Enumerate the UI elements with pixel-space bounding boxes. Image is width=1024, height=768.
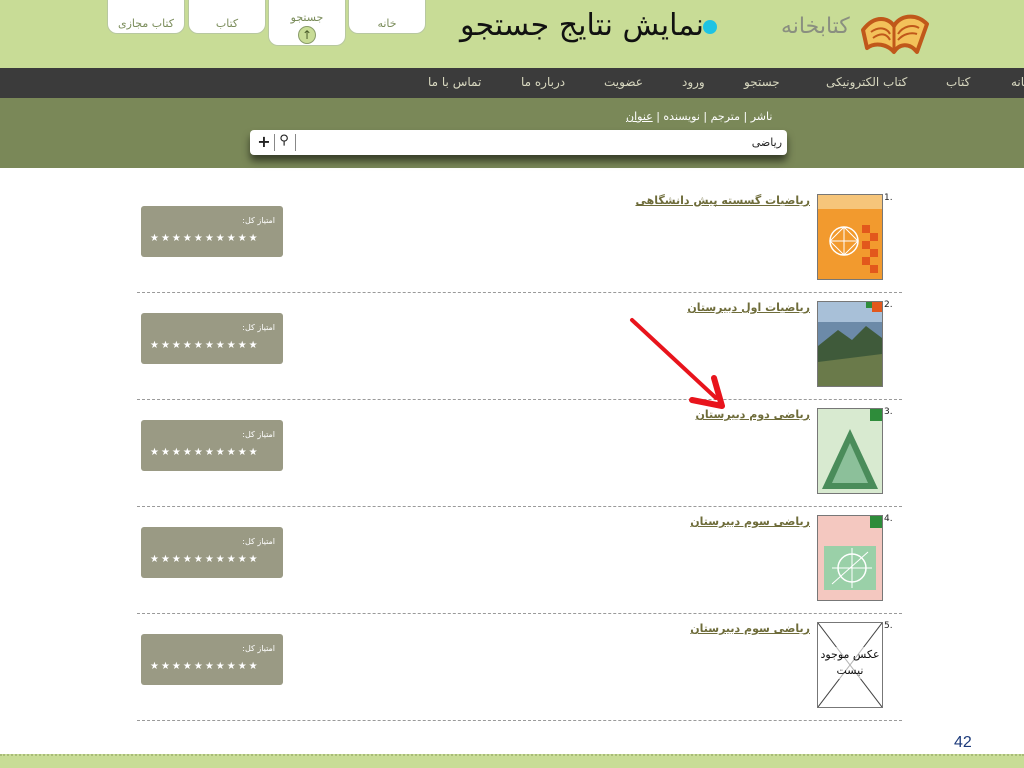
book-title-link[interactable]: ریاضیات اول دبیرستان xyxy=(687,301,810,314)
filter-translator[interactable]: مترجم xyxy=(711,110,740,123)
nav-contact-us[interactable]: تماس با ما xyxy=(428,75,481,89)
result-number: 3. xyxy=(884,407,893,417)
filter-separator: | xyxy=(652,110,664,123)
red-arrow-annotation xyxy=(630,318,725,409)
nav-about-us[interactable]: درباره ما xyxy=(521,75,565,89)
page-title: نمایش نتایج جستجو xyxy=(460,8,704,43)
tab-label: کتاب مجازی xyxy=(117,17,175,30)
filter-separator: | xyxy=(740,110,751,123)
rating-box: امتیاز کل: ★★★★★★★★★★ xyxy=(141,206,283,257)
rating-stars[interactable]: ★★★★★★★★★★ xyxy=(150,447,260,458)
rating-box: امتیاز کل: ★★★★★★★★★★ xyxy=(141,634,283,685)
search-box: + ⚲ xyxy=(250,130,787,155)
book-title-link[interactable]: ریاضیات گسسته پیش دانشگاهی xyxy=(635,194,810,207)
tab-book[interactable]: کتاب xyxy=(188,0,266,34)
rating-label: امتیاز کل: xyxy=(242,537,275,546)
page-number: 42 xyxy=(954,734,972,751)
nav-search[interactable]: جستجو xyxy=(744,75,780,89)
rating-label: امتیاز کل: xyxy=(242,216,275,225)
bullet-dot-icon xyxy=(703,20,717,34)
tab-label: کتاب xyxy=(215,17,239,30)
footer-band xyxy=(0,754,1024,768)
filter-separator: | xyxy=(699,110,711,123)
up-arrow-icon: ↑ xyxy=(298,26,316,44)
discrete-math-cover-image xyxy=(818,195,882,279)
rating-stars[interactable]: ★★★★★★★★★★ xyxy=(150,661,260,672)
result-row: 1. ریاضیات گسسته پیش دانشگاهی امتیاز کل:… xyxy=(137,185,902,293)
search-icon[interactable]: ⚲ xyxy=(276,133,292,151)
result-number: 1. xyxy=(884,193,893,203)
rating-stars[interactable]: ★★★★★★★★★★ xyxy=(150,233,260,244)
tab-label: جستجو xyxy=(290,11,324,24)
nav-ebook[interactable]: کتاب الکترونیکی xyxy=(826,75,907,89)
header: کتاب مجازی کتاب جستجو ↑ خانه نمایش نتایج… xyxy=(0,0,1024,68)
tab-virtual-book[interactable]: کتاب مجازی xyxy=(107,0,185,34)
tab-home[interactable]: خانه xyxy=(348,0,426,34)
rating-label: امتیاز کل: xyxy=(242,430,275,439)
book-cover[interactable] xyxy=(817,194,883,280)
no-image-text: عکس موجود نیست xyxy=(818,647,882,679)
tab-search[interactable]: جستجو ↑ xyxy=(268,0,346,46)
search-input[interactable] xyxy=(298,134,782,151)
book-title-link[interactable]: ریاضی سوم دبیرستان xyxy=(690,622,810,635)
rating-box: امتیاز کل: ★★★★★★★★★★ xyxy=(141,420,283,471)
divider xyxy=(274,134,275,151)
result-row: 2. ریاضیات اول دبیرستان امتیاز کل: ★★★★★… xyxy=(137,292,902,400)
book-cover[interactable] xyxy=(817,515,883,601)
rating-stars[interactable]: ★★★★★★★★★★ xyxy=(150,340,260,351)
rating-box: امتیاز کل: ★★★★★★★★★★ xyxy=(141,527,283,578)
result-row: 4. ریاضی سوم دبیرستان امتیاز کل: ★★★★★★★… xyxy=(137,506,902,614)
math-grade3-cover-image xyxy=(818,516,882,600)
result-row: 3. ریاضی دوم دبیرستان امتیاز کل: ★★★★★★★… xyxy=(137,399,902,507)
rating-box: امتیاز کل: ★★★★★★★★★★ xyxy=(141,313,283,364)
rating-label: امتیاز کل: xyxy=(242,644,275,653)
book-cover[interactable]: عکس موجود نیست xyxy=(817,622,883,708)
filter-title[interactable]: عنوان xyxy=(626,110,653,123)
rating-stars[interactable]: ★★★★★★★★★★ xyxy=(150,554,260,565)
nav-home[interactable]: خانه xyxy=(1011,75,1024,89)
math-grade2-cover-image xyxy=(818,409,882,493)
book-cover[interactable] xyxy=(817,408,883,494)
nav-login[interactable]: ورود xyxy=(682,75,705,89)
book-title-link[interactable]: ریاضی سوم دبیرستان xyxy=(690,515,810,528)
nav-book[interactable]: کتاب xyxy=(946,75,970,89)
plus-icon[interactable]: + xyxy=(256,132,272,152)
result-number: 2. xyxy=(884,300,893,310)
navbar: خانه کتاب کتاب الکترونیکی جستجو ورود عضو… xyxy=(0,68,1024,98)
logo-text: کتابخانه xyxy=(781,14,850,39)
book-cover[interactable] xyxy=(817,301,883,387)
filter-publisher[interactable]: ناشر xyxy=(751,110,773,123)
filter-author[interactable]: نویسنده xyxy=(663,110,699,123)
divider xyxy=(295,134,296,151)
rating-label: امتیاز کل: xyxy=(242,323,275,332)
result-number: 5. xyxy=(884,621,893,631)
tab-label: خانه xyxy=(377,17,397,30)
search-filter-links: ناشر | مترجم | نویسنده | عنوان xyxy=(626,110,772,123)
math-grade1-cover-image xyxy=(818,302,882,386)
result-number: 4. xyxy=(884,514,893,524)
result-row: 5. عکس موجود نیست ریاضی سوم دبیرستان امت… xyxy=(137,613,902,721)
nav-membership[interactable]: عضویت xyxy=(604,75,643,89)
book-logo-icon xyxy=(861,14,929,54)
